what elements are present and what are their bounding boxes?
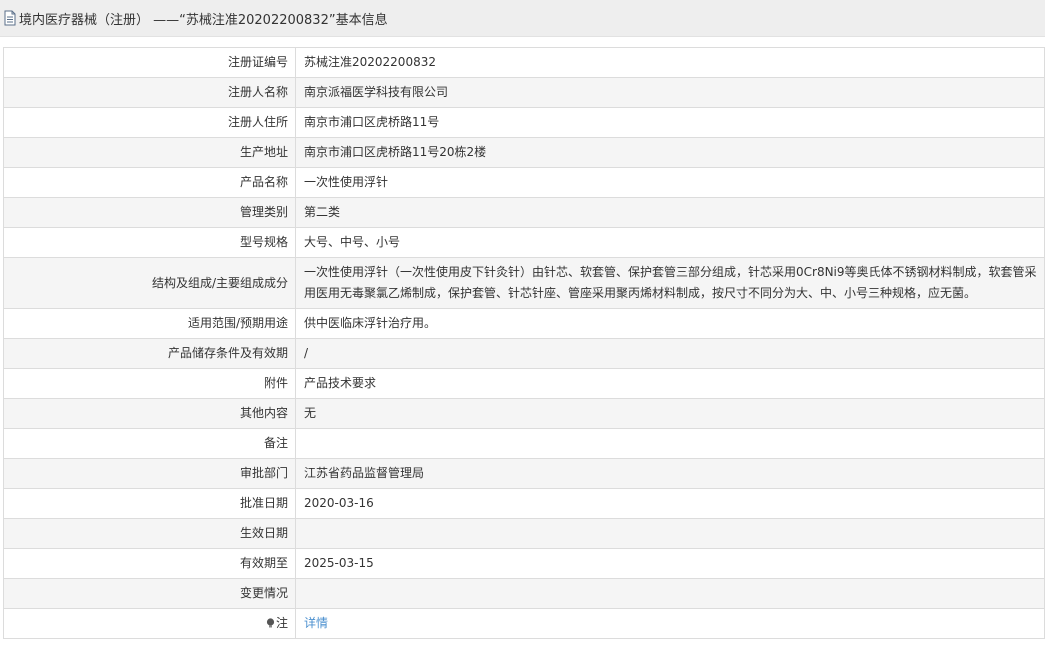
row-value-registration-number: 苏械注准20202200832 <box>295 47 1045 78</box>
note-label-text: 注 <box>275 616 288 630</box>
row-value-approval-date: 2020-03-16 <box>295 488 1045 519</box>
table-row: 产品储存条件及有效期 / <box>3 338 1045 369</box>
row-value-valid-until: 2025-03-15 <box>295 548 1045 579</box>
row-label-registration-number: 注册证编号 <box>3 47 296 78</box>
table-row: 生效日期 <box>3 518 1045 549</box>
table-row: 结构及组成/主要组成成分 一次性使用浮针（一次性使用皮下针灸针）由针芯、软套管、… <box>3 257 1045 309</box>
row-value-management-class: 第二类 <box>295 197 1045 228</box>
row-label-approval-dept: 审批部门 <box>3 458 296 489</box>
row-label-composition: 结构及组成/主要组成成分 <box>3 257 296 309</box>
lightbulb-icon <box>266 618 275 628</box>
row-label-production-address: 生产地址 <box>3 137 296 168</box>
row-label-management-class: 管理类别 <box>3 197 296 228</box>
row-value-effective-date <box>295 518 1045 549</box>
row-label-model-spec: 型号规格 <box>3 227 296 258</box>
row-value-registrant-address: 南京市浦口区虎桥路11号 <box>295 107 1045 138</box>
table-row: 注册人住所 南京市浦口区虎桥路11号 <box>3 107 1045 138</box>
row-value-approval-dept: 江苏省药品监督管理局 <box>295 458 1045 489</box>
table-row: 注册人名称 南京派福医学科技有限公司 <box>3 77 1045 108</box>
row-value-registrant-name: 南京派福医学科技有限公司 <box>295 77 1045 108</box>
row-label-effective-date: 生效日期 <box>3 518 296 549</box>
row-value-product-name: 一次性使用浮针 <box>295 167 1045 198</box>
table-row: 产品名称 一次性使用浮针 <box>3 167 1045 198</box>
row-value-note: 详情 <box>295 608 1045 639</box>
table-row: 生产地址 南京市浦口区虎桥路11号20栋2楼 <box>3 137 1045 168</box>
page-title: 境内医疗器械（注册） ——“苏械注准20202200832”基本信息 <box>19 12 388 28</box>
row-value-composition: 一次性使用浮针（一次性使用皮下针灸针）由针芯、软套管、保护套管三部分组成，针芯采… <box>295 257 1045 309</box>
document-icon <box>4 10 16 26</box>
row-label-changes: 变更情况 <box>3 578 296 609</box>
row-label-note: 注 <box>3 608 296 639</box>
row-label-product-name: 产品名称 <box>3 167 296 198</box>
table-row: 其他内容 无 <box>3 398 1045 429</box>
table-row: 审批部门 江苏省药品监督管理局 <box>3 458 1045 489</box>
info-table-wrapper: 注册证编号 苏械注准20202200832 注册人名称 南京派福医学科技有限公司… <box>3 47 1045 639</box>
table-row: 备注 <box>3 428 1045 459</box>
table-row: 批准日期 2020-03-16 <box>3 488 1045 519</box>
row-label-valid-until: 有效期至 <box>3 548 296 579</box>
row-value-intended-use: 供中医临床浮针治疗用。 <box>295 308 1045 339</box>
device-info-table: 注册证编号 苏械注准20202200832 注册人名称 南京派福医学科技有限公司… <box>3 47 1045 639</box>
row-label-remarks: 备注 <box>3 428 296 459</box>
row-value-storage: / <box>295 338 1045 369</box>
table-row: 管理类别 第二类 <box>3 197 1045 228</box>
row-value-changes <box>295 578 1045 609</box>
row-value-other: 无 <box>295 398 1045 429</box>
row-value-attachment: 产品技术要求 <box>295 368 1045 399</box>
table-row: 附件 产品技术要求 <box>3 368 1045 399</box>
table-row: 有效期至 2025-03-15 <box>3 548 1045 579</box>
table-row: 注册证编号 苏械注准20202200832 <box>3 47 1045 78</box>
row-label-registrant-address: 注册人住所 <box>3 107 296 138</box>
table-row: 变更情况 <box>3 578 1045 609</box>
table-row: 型号规格 大号、中号、小号 <box>3 227 1045 258</box>
details-link[interactable]: 详情 <box>304 616 328 630</box>
page-header: 境内医疗器械（注册） ——“苏械注准20202200832”基本信息 <box>0 0 1045 37</box>
table-row: 适用范围/预期用途 供中医临床浮针治疗用。 <box>3 308 1045 339</box>
row-value-production-address: 南京市浦口区虎桥路11号20栋2楼 <box>295 137 1045 168</box>
row-value-remarks <box>295 428 1045 459</box>
row-label-storage: 产品储存条件及有效期 <box>3 338 296 369</box>
row-label-other: 其他内容 <box>3 398 296 429</box>
row-label-registrant-name: 注册人名称 <box>3 77 296 108</box>
table-row: 注 详情 <box>3 608 1045 639</box>
row-label-attachment: 附件 <box>3 368 296 399</box>
row-label-approval-date: 批准日期 <box>3 488 296 519</box>
row-label-intended-use: 适用范围/预期用途 <box>3 308 296 339</box>
row-value-model-spec: 大号、中号、小号 <box>295 227 1045 258</box>
